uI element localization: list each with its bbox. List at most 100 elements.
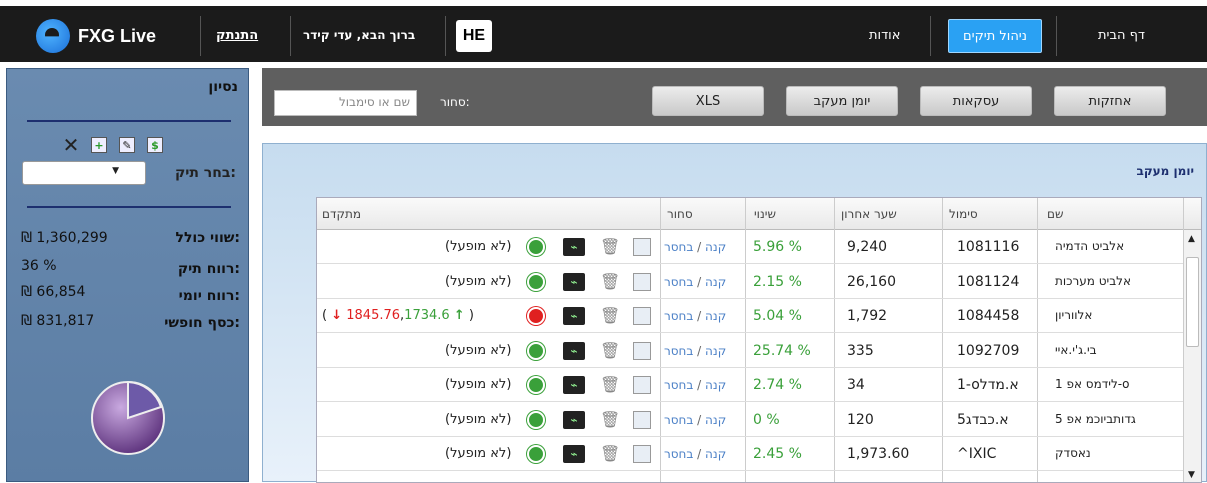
details-icon[interactable] <box>633 445 651 463</box>
scroll-down-icon[interactable]: ▼ <box>1188 470 1195 480</box>
cell-change: 5.96 % <box>753 239 802 255</box>
col-symbol[interactable]: סימול <box>949 207 978 221</box>
table-row[interactable]: אלביט מערכות 1081124 26,160 2.15 % קנה /… <box>317 265 1185 299</box>
trade-label: סחור: <box>440 95 470 109</box>
close-icon[interactable]: ✕ <box>63 133 80 157</box>
details-icon[interactable] <box>633 238 651 256</box>
deals-button[interactable]: עסקאות <box>920 86 1032 116</box>
stat-portfolio-profit: רווח תיק: 36 % <box>7 258 250 280</box>
short-link[interactable]: בחסר <box>664 240 693 254</box>
trash-icon[interactable]: 🗑 <box>600 272 620 291</box>
advanced-status: (לא מופעל) <box>445 377 512 392</box>
buy-link[interactable]: קנה <box>705 413 726 427</box>
stat-value: ₪ 831,817 <box>21 313 95 329</box>
scroll-up-icon[interactable]: ▲ <box>1188 234 1195 244</box>
table-row[interactable]: אלביט הדמיה 1081116 9,240 5.96 % קנה / ב… <box>317 230 1185 264</box>
details-icon[interactable] <box>633 272 651 291</box>
details-icon[interactable] <box>633 307 651 325</box>
scroll-thumb[interactable] <box>1186 257 1199 347</box>
details-icon[interactable] <box>633 376 651 394</box>
chart-icon[interactable]: ⌁ <box>563 341 585 360</box>
col-change[interactable]: שינוי <box>754 207 776 221</box>
alert-status-icon[interactable] <box>527 341 545 360</box>
table-row[interactable]: נאסדק ^IXIC 1,973.60 2.45 % קנה / בחסר 🗑… <box>317 437 1185 471</box>
trash-icon[interactable]: 🗑 <box>600 445 620 463</box>
details-icon[interactable] <box>633 341 651 360</box>
details-icon[interactable] <box>633 410 651 429</box>
search-input[interactable]: שם או סימבול <box>274 90 417 116</box>
table-row[interactable]: אלווריון 1084458 1,792 5.04 % קנה / בחסר… <box>317 299 1185 333</box>
col-trade[interactable]: סחור <box>667 207 693 221</box>
nav-manage-portfolios[interactable]: ניהול תיקים <box>948 19 1042 53</box>
cell-symbol: 5א.כבדג <box>957 411 1009 428</box>
buy-link[interactable]: קנה <box>705 240 726 254</box>
alert-status-icon[interactable] <box>527 272 545 291</box>
trash-icon[interactable]: 🗑 <box>600 376 620 394</box>
portfolio-select[interactable]: ▼ <box>22 161 146 185</box>
advanced-status: (לא מופעל) <box>445 239 512 254</box>
table-row[interactable]: גדותביוכמ אפ 5 5א.כבדג 120 0 % קנה / בחס… <box>317 403 1185 437</box>
chart-icon[interactable]: ⌁ <box>563 445 585 463</box>
chart-icon[interactable]: ⌁ <box>563 410 585 429</box>
trash-icon[interactable]: 🗑 <box>600 238 620 256</box>
buy-link[interactable]: קנה <box>705 378 726 392</box>
alert-status-icon[interactable] <box>527 307 545 325</box>
buy-link[interactable]: קנה <box>705 344 726 358</box>
stat-label: שווי כולל: <box>175 230 240 246</box>
chart-icon[interactable]: ⌁ <box>563 238 585 256</box>
short-link[interactable]: בחסר <box>664 344 693 358</box>
table-scrollbar[interactable]: ▲ ▼ <box>1183 230 1201 482</box>
short-link[interactable]: בחסר <box>664 413 693 427</box>
top-bar: FXG Live התנתק ברוך הבא, עדי קידר HE אוד… <box>0 0 1207 62</box>
alert-status-icon[interactable] <box>527 376 545 394</box>
main-panel: שם או סימבול סחור: XLS יומן מעקב עסקאות … <box>262 68 1207 483</box>
cell-name: בי.ג'י.איי <box>1055 342 1097 357</box>
col-name[interactable]: שם <box>1047 207 1063 221</box>
trade-separator: / <box>697 412 702 427</box>
short-link[interactable]: בחסר <box>664 378 693 392</box>
short-link[interactable]: בחסר <box>664 309 693 323</box>
xls-button[interactable]: XLS <box>652 86 764 116</box>
cell-symbol: ^IXIC <box>957 446 997 462</box>
buy-link[interactable]: קנה <box>705 275 726 289</box>
buy-link[interactable]: קנה <box>705 309 726 323</box>
holdings-button[interactable]: אחזקות <box>1054 86 1166 116</box>
col-advanced[interactable]: מתקדם <box>322 207 361 221</box>
cell-last: 9,240 <box>847 239 888 255</box>
cell-change: 2.74 % <box>753 377 802 393</box>
money-icon[interactable]: $ <box>147 137 163 153</box>
chevron-down-icon: ▼ <box>112 166 119 176</box>
brand-logo[interactable]: FXG Live <box>36 19 156 53</box>
welcome-text: ברוך הבא, עדי קידר <box>303 28 416 42</box>
chart-icon[interactable]: ⌁ <box>563 376 585 394</box>
language-button[interactable]: HE <box>456 20 492 52</box>
buy-link[interactable]: קנה <box>705 447 726 461</box>
alert-status-icon[interactable] <box>527 445 545 463</box>
short-link[interactable]: בחסר <box>664 447 693 461</box>
short-link[interactable]: בחסר <box>664 275 693 289</box>
trade-separator: / <box>697 447 702 461</box>
cell-last: 1,973.60 <box>847 446 910 462</box>
nav-home[interactable]: דף הבית <box>1098 28 1145 43</box>
logout-link[interactable]: התנתק <box>216 28 258 43</box>
edit-icon[interactable]: ✎ <box>119 137 135 153</box>
cell-name: אלביט מערכות <box>1055 273 1131 288</box>
col-last[interactable]: שער אחרון <box>841 207 897 221</box>
nav-about[interactable]: אודות <box>869 28 900 43</box>
journal-button[interactable]: יומן מעקב <box>786 86 898 116</box>
add-icon[interactable]: + <box>91 137 107 153</box>
portfolio-pie-chart <box>91 380 165 455</box>
table-row[interactable]: לידמס אפ 1-o 1-oא.מדל 34 2.74 % קנה / בח… <box>317 368 1185 402</box>
chart-icon[interactable]: ⌁ <box>563 272 585 291</box>
alert-status-icon[interactable] <box>527 238 545 256</box>
stat-label: רווח תיק: <box>177 261 240 277</box>
alert-status-icon[interactable] <box>527 410 545 429</box>
trash-icon[interactable]: 🗑 <box>600 410 620 429</box>
cell-symbol: 1-oא.מדל <box>957 377 1019 393</box>
table-row[interactable]: בי.ג'י.איי 1092709 335 25.74 % קנה / בחס… <box>317 334 1185 368</box>
divider <box>1056 16 1057 56</box>
trash-icon[interactable]: 🗑 <box>600 341 620 360</box>
trash-icon[interactable]: 🗑 <box>600 307 620 325</box>
chart-icon[interactable]: ⌁ <box>563 307 585 325</box>
cell-last: 120 <box>847 411 874 428</box>
